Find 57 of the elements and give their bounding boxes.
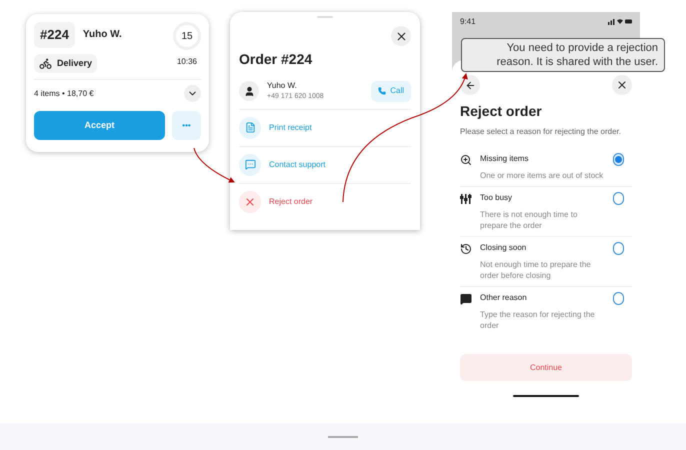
receipt-icon <box>239 116 261 138</box>
close-icon <box>394 30 408 42</box>
close-icon <box>239 190 261 212</box>
history-icon <box>460 243 472 255</box>
continue-button[interactable]: Continue <box>460 354 632 381</box>
user-icon <box>239 81 259 102</box>
order-summary: 4 items • 18,70 € <box>34 88 94 100</box>
home-indicator <box>513 395 579 397</box>
message-icon <box>460 293 472 305</box>
delivery-label: Delivery <box>57 56 92 70</box>
more-button[interactable]: ••• <box>172 111 201 140</box>
bike-icon <box>39 56 52 70</box>
screen-title: Reject order <box>460 102 543 121</box>
busy-icon <box>460 193 472 205</box>
reason-description: There is not enough time to prepare the order <box>480 209 578 231</box>
back-button[interactable] <box>460 75 480 95</box>
menu-item[interactable]: Reject order <box>239 184 411 220</box>
reason-label: Too busy <box>480 192 514 204</box>
menu-item[interactable]: Print receipt <box>239 110 411 146</box>
menu-item[interactable]: Contact support <box>239 146 411 184</box>
callout-text: You need to provide a rejection reason. It is shared with the user. <box>496 41 658 69</box>
chat-icon <box>239 154 261 176</box>
accept-button[interactable]: Accept <box>34 111 165 140</box>
reason-description: Type the reason for rejecting the order <box>480 309 596 331</box>
back-arrow-icon <box>464 80 476 90</box>
status-time: 9:41 <box>460 16 476 28</box>
radio-button[interactable] <box>613 292 624 305</box>
reason-option[interactable]: Missing items One or more items are out of stock <box>460 148 632 187</box>
reason-description: Not enough time to prepare the order before closing <box>480 259 592 281</box>
minutes-badge: 15 <box>173 22 201 50</box>
order-number: #224 <box>34 22 75 48</box>
customer-name: Yuho W. <box>267 80 298 92</box>
call-button[interactable]: Call <box>371 80 411 102</box>
reason-option[interactable]: Too busy There is not enough time to prepare the order <box>460 187 632 237</box>
reason-label: Closing soon <box>480 242 528 254</box>
close-icon <box>616 79 628 91</box>
order-time: 10:36 <box>176 56 198 68</box>
zoom-icon <box>460 154 472 166</box>
expand-button[interactable] <box>184 85 201 102</box>
radio-button[interactable] <box>613 242 624 255</box>
reason-label: Other reason <box>480 292 528 304</box>
radio-button[interactable] <box>613 192 624 205</box>
status-icons <box>608 18 632 25</box>
screen-subtitle: Please select a reason for rejecting the order. <box>460 126 622 138</box>
customer-name: Yuho W. <box>82 28 122 42</box>
reason-description: One or more items are out of stock <box>480 170 604 181</box>
reason-label: Missing items <box>480 153 530 165</box>
close-button[interactable] <box>612 75 632 95</box>
arrow <box>194 148 235 182</box>
radio-button[interactable] <box>613 153 624 166</box>
reason-option[interactable]: Closing soon Not enough time to prepare the order before closing <box>460 237 632 287</box>
reason-option[interactable]: Other reason Type the reason for rejecting the order <box>460 287 632 336</box>
sheet-title: Order #224 <box>239 50 314 69</box>
bar-handle <box>328 436 358 438</box>
phone-icon <box>378 87 386 96</box>
close-button[interactable] <box>391 26 411 46</box>
sheet-handle <box>317 16 333 18</box>
